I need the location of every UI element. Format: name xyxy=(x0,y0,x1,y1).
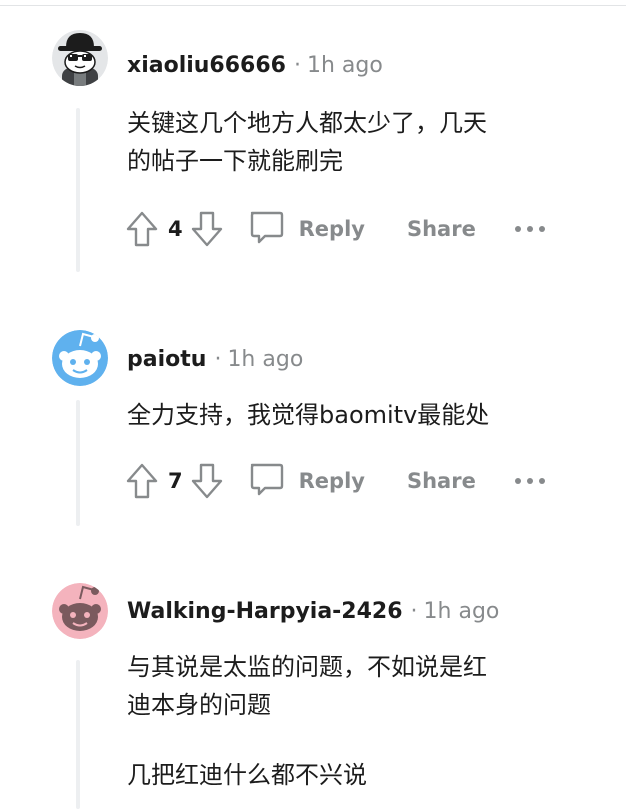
reply-button[interactable]: Reply xyxy=(247,460,365,502)
comment-bubble-icon xyxy=(247,460,285,502)
share-button[interactable]: Share xyxy=(407,217,476,241)
thread-line[interactable] xyxy=(76,400,80,526)
comment-timestamp: 1h ago xyxy=(227,347,304,372)
vote-count: 7 xyxy=(168,469,183,493)
scrollbar-track[interactable] xyxy=(626,0,640,809)
thread-line[interactable] xyxy=(76,660,80,809)
comment-meta: paiotu · 1h ago xyxy=(127,346,303,374)
comment-paragraph: 关键这几个地方人都太少了，几天 xyxy=(127,109,487,137)
comment-timestamp: 1h ago xyxy=(423,599,500,624)
comment-body: 与其说是太监的问题，不如说是红 迪本身的问题 几把红迪什么都不兴说 xyxy=(127,648,487,794)
comment-author[interactable]: paiotu xyxy=(127,347,206,372)
reply-label: Reply xyxy=(298,469,365,493)
meta-separator: · xyxy=(293,53,301,78)
comment-body: 全力支持，我觉得baomitv最能处 xyxy=(127,396,489,434)
comment-paragraph: 迪本身的问题 xyxy=(127,691,271,719)
comment-body: 关键这几个地方人都太少了，几天 的帖子一下就能刷完 xyxy=(127,104,487,180)
reply-label: Reply xyxy=(298,217,365,241)
more-horizontal-icon[interactable] xyxy=(510,209,550,249)
comment-paragraph: 的帖子一下就能刷完 xyxy=(127,147,343,175)
meta-separator: · xyxy=(410,599,418,624)
comment-bubble-icon xyxy=(247,208,285,250)
comment-timestamp: 1h ago xyxy=(306,53,383,78)
comment-paragraph: 几把红迪什么都不兴说 xyxy=(127,761,367,789)
comment-actions: 4 Reply Share xyxy=(124,208,550,250)
upvote-arrow-icon[interactable] xyxy=(124,209,160,249)
downvote-arrow-icon[interactable] xyxy=(189,209,225,249)
comment-meta: xiaoliu66666 · 1h ago xyxy=(127,52,383,80)
vote-count: 4 xyxy=(168,217,183,241)
thread-line[interactable] xyxy=(76,108,80,272)
comment-author[interactable]: xiaoliu66666 xyxy=(127,53,286,78)
downvote-arrow-icon[interactable] xyxy=(189,461,225,501)
share-button[interactable]: Share xyxy=(407,469,476,493)
comment-paragraph: 全力支持，我觉得baomitv最能处 xyxy=(127,401,490,429)
snoo-default-pink-avatar-icon[interactable] xyxy=(52,583,108,639)
comment-meta: Walking-Harpyia-2426 · 1h ago xyxy=(127,598,499,626)
comment-author[interactable]: Walking-Harpyia-2426 xyxy=(127,599,403,624)
upvote-arrow-icon[interactable] xyxy=(124,461,160,501)
reply-button[interactable]: Reply xyxy=(247,208,365,250)
snoo-default-blue-avatar-icon[interactable] xyxy=(52,330,108,386)
comment-paragraph: 与其说是太监的问题，不如说是红 xyxy=(127,653,487,681)
top-divider xyxy=(0,0,626,6)
more-horizontal-icon[interactable] xyxy=(510,461,550,501)
comment-actions: 7 Reply Share xyxy=(124,460,550,502)
meta-separator: · xyxy=(214,347,222,372)
snoo-sunglasses-hat-avatar-icon[interactable] xyxy=(52,30,108,86)
